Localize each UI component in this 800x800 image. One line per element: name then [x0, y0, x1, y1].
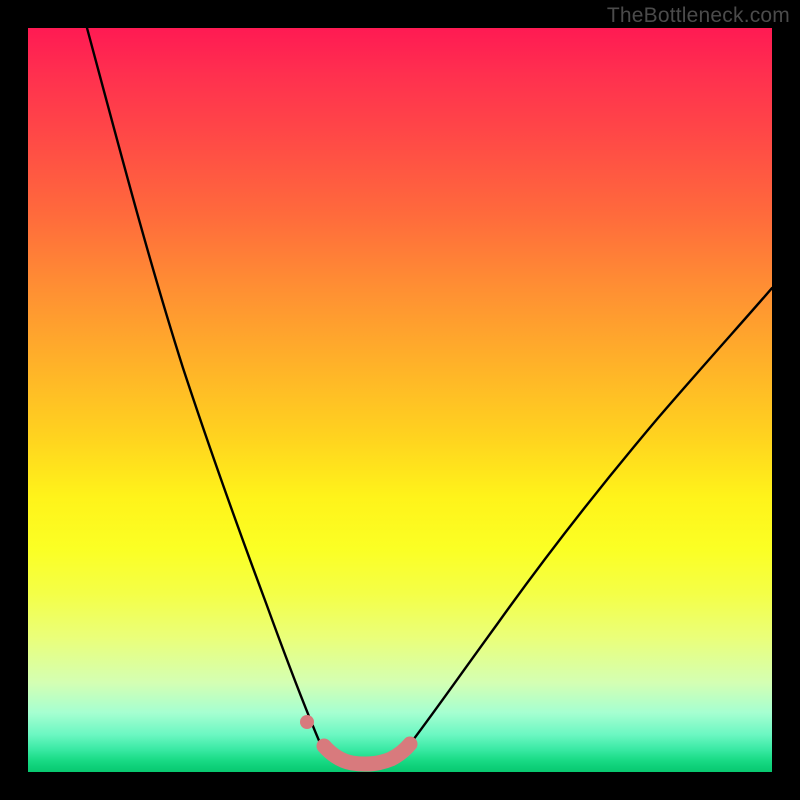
watermark-text: TheBottleneck.com: [607, 4, 790, 28]
curve-left-branch: [87, 28, 320, 743]
curve-right-branch: [410, 288, 772, 744]
chart-frame: TheBottleneck.com: [0, 0, 800, 800]
chart-svg: [28, 28, 772, 772]
plot-area: [28, 28, 772, 772]
highlight-dot: [300, 715, 314, 729]
highlighted-valley-segment: [324, 744, 410, 764]
